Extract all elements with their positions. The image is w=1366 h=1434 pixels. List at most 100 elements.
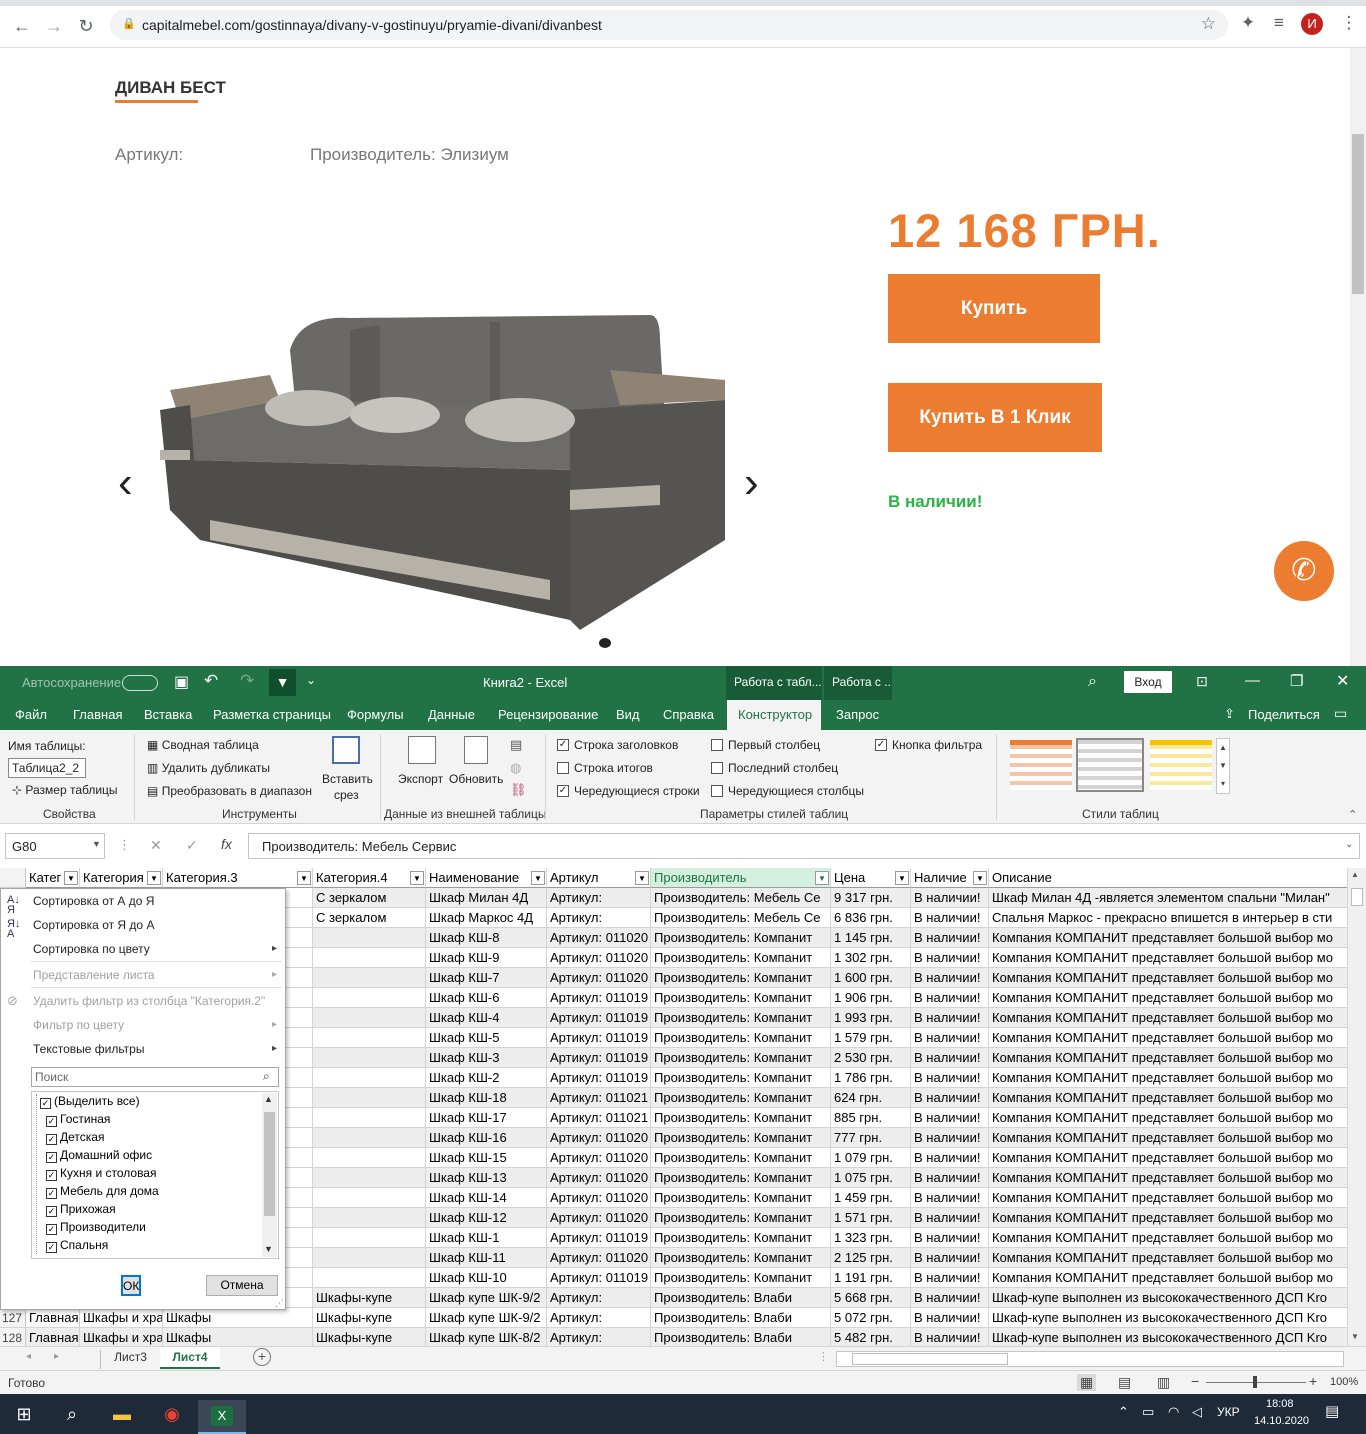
restore-icon[interactable]: ❐ xyxy=(1290,672,1303,690)
table-cell[interactable]: Шкаф купе ШК-8/2 xyxy=(426,1328,547,1346)
table-cell[interactable]: Компания КОМПАНИТ представляет большой в… xyxy=(989,1188,1347,1208)
table-cell[interactable]: Шкаф купе ШК-9/2 xyxy=(426,1308,547,1328)
address-bar[interactable]: 🔒 capitalmebel.com/gostinnaya/divany-v-g… xyxy=(110,10,1228,40)
table-cell[interactable]: Производитель: Компанит xyxy=(651,928,831,948)
wifi-icon[interactable]: ◠ xyxy=(1168,1404,1179,1420)
banded-cols-checkbox[interactable] xyxy=(711,785,723,797)
resize-table-button[interactable]: ⊹ Размер таблицы xyxy=(12,783,118,797)
table-cell[interactable]: Компания КОМПАНИТ представляет большой в… xyxy=(989,1148,1347,1168)
formula-input[interactable]: Производитель: Мебель Сервис xyxy=(248,833,1360,859)
ok-button[interactable]: ОК xyxy=(121,1275,142,1296)
table-cell[interactable]: В наличии! xyxy=(911,908,989,928)
table-cell[interactable] xyxy=(313,1168,426,1188)
table-cell[interactable]: Производитель: Компанит xyxy=(651,988,831,1008)
table-cell[interactable]: Компания КОМПАНИТ представляет большой в… xyxy=(989,968,1347,988)
media-icon[interactable]: ≡ xyxy=(1268,13,1290,33)
table-cell[interactable]: Производитель: Компанит xyxy=(651,1128,831,1148)
total-row-checkbox[interactable] xyxy=(557,762,569,774)
battery-icon[interactable]: ▭ xyxy=(1142,1404,1154,1420)
table-cell[interactable]: 885 грн. xyxy=(831,1108,911,1128)
table-cell[interactable]: Производитель: Компанит xyxy=(651,1108,831,1128)
table-cell[interactable]: Компания КОМПАНИТ представляет большой в… xyxy=(989,1228,1347,1248)
context-tab-query[interactable]: Работа с ... xyxy=(824,666,892,700)
table-cell[interactable]: Артикул: 011020 xyxy=(547,1148,651,1168)
table-cell[interactable]: Артикул: 011020 xyxy=(547,1168,651,1188)
checkbox[interactable]: ✓ xyxy=(46,1170,57,1181)
table-cell[interactable]: В наличии! xyxy=(911,1208,989,1228)
table-cell[interactable]: Шкаф Милан 4Д xyxy=(426,888,547,908)
table-cell[interactable]: В наличии! xyxy=(911,1248,989,1268)
table-cell[interactable]: Производитель: Компанит xyxy=(651,1068,831,1088)
table-cell[interactable]: Компания КОМПАНИТ представляет большой в… xyxy=(989,1108,1347,1128)
table-cell[interactable]: Артикул: 011019 xyxy=(547,1068,651,1088)
checkbox[interactable]: ✓ xyxy=(40,1098,51,1109)
filter-icon[interactable]: ▼ xyxy=(269,669,296,696)
table-cell[interactable]: 1 075 грн. xyxy=(831,1168,911,1188)
table-cell[interactable]: Артикул: 011021 xyxy=(547,1088,651,1108)
table-cell[interactable]: Артикул: xyxy=(547,908,651,928)
table-cell[interactable]: 1 993 грн. xyxy=(831,1008,911,1028)
page-break-icon[interactable]: ▥ xyxy=(1157,1374,1170,1391)
close-icon[interactable]: ✕ xyxy=(1336,671,1349,691)
table-cell[interactable]: Шкаф КШ-9 xyxy=(426,948,547,968)
table-cell[interactable]: Шкафы-купе xyxy=(313,1308,426,1328)
table-cell[interactable]: Артикул: 011019 xyxy=(547,1228,651,1248)
table-cell[interactable]: Шкаф КШ-2 xyxy=(426,1068,547,1088)
table-cell[interactable]: Производитель: Компанит xyxy=(651,1148,831,1168)
properties-icon[interactable]: ▤ xyxy=(510,737,522,753)
table-cell[interactable]: Артикул: 011019 xyxy=(547,1008,651,1028)
table-cell[interactable]: 777 грн. xyxy=(831,1128,911,1148)
table-cell[interactable]: Шкафы-купе xyxy=(313,1288,426,1308)
context-tab-table[interactable]: Работа с табл... xyxy=(726,666,822,700)
text-filters-item[interactable]: Текстовые фильтры xyxy=(33,1042,144,1056)
name-box-dropdown-icon[interactable]: ▼ xyxy=(92,839,101,849)
filter-dropdown-icon[interactable]: ▼ xyxy=(973,871,987,885)
row-header[interactable]: 127 xyxy=(0,1308,26,1328)
table-cell[interactable]: Артикул: 011021 xyxy=(547,1108,651,1128)
filter-dropdown-icon[interactable]: ▼ xyxy=(531,871,545,885)
column-header[interactable]: Катег ▼ xyxy=(26,868,80,888)
checkbox[interactable]: ✓ xyxy=(46,1188,57,1199)
table-cell[interactable] xyxy=(313,1188,426,1208)
tray-expand-icon[interactable]: ⌃ xyxy=(1118,1404,1129,1420)
table-cell[interactable]: Компания КОМПАНИТ представляет большой в… xyxy=(989,1088,1347,1108)
banded-rows-checkbox[interactable]: ✓ xyxy=(557,785,569,797)
table-cell[interactable] xyxy=(313,1088,426,1108)
table-cell[interactable]: 1 600 грн. xyxy=(831,968,911,988)
table-cell[interactable]: Компания КОМПАНИТ представляет большой в… xyxy=(989,1028,1347,1048)
table-cell[interactable]: Производитель: Компанит xyxy=(651,1048,831,1068)
zoom-in-icon[interactable]: + xyxy=(1309,1373,1317,1389)
table-cell[interactable]: Компания КОМПАНИТ представляет большой в… xyxy=(989,1248,1347,1268)
table-cell[interactable]: 5 482 грн. xyxy=(831,1328,911,1346)
table-cell[interactable]: Главная xyxy=(26,1328,80,1346)
zoom-level[interactable]: 100% xyxy=(1330,1376,1358,1388)
scrollbar-thumb[interactable] xyxy=(1352,134,1364,294)
filter-dropdown-icon[interactable]: ▼ xyxy=(147,871,161,885)
minimize-icon[interactable]: — xyxy=(1245,672,1260,689)
table-cell[interactable]: В наличии! xyxy=(911,1288,989,1308)
save-icon[interactable]: ▣ xyxy=(174,672,189,692)
list-scroll-down-icon[interactable]: ▼ xyxy=(264,1244,273,1254)
phone-icon[interactable]: ✆ xyxy=(1274,541,1334,601)
filter-value-item[interactable]: ✓ Производители xyxy=(46,1220,146,1235)
table-cell[interactable]: Шкафы-купе xyxy=(313,1328,426,1346)
table-cell[interactable]: Шкаф-купе выполнен из высококачественног… xyxy=(989,1288,1347,1308)
volume-icon[interactable]: ◁ xyxy=(1192,1404,1202,1420)
table-cell[interactable]: Артикул: 011020 xyxy=(547,968,651,988)
styles-scroll[interactable]: ▲ ▼ ▾ xyxy=(1216,738,1230,794)
checkbox[interactable]: ✓ xyxy=(46,1206,57,1217)
table-cell[interactable]: Компания КОМПАНИТ представляет большой в… xyxy=(989,1208,1347,1228)
first-col-checkbox[interactable] xyxy=(711,739,723,751)
forward-icon[interactable]: → xyxy=(42,14,66,38)
table-cell[interactable]: В наличии! xyxy=(911,1108,989,1128)
table-cell[interactable] xyxy=(313,1268,426,1288)
expand-formula-icon[interactable]: ⌄ xyxy=(1345,839,1353,850)
add-sheet-icon[interactable]: + xyxy=(253,1348,271,1366)
table-cell[interactable]: С зеркалом xyxy=(313,888,426,908)
table-style-gray[interactable] xyxy=(1076,738,1144,792)
checkbox[interactable]: ✓ xyxy=(46,1134,57,1145)
last-col-checkbox[interactable] xyxy=(711,762,723,774)
scroll-up-icon[interactable]: ▲ xyxy=(1351,870,1359,879)
table-cell[interactable]: Артикул: 011020 xyxy=(547,948,651,968)
column-header[interactable]: Наименование ▼ xyxy=(426,868,547,888)
